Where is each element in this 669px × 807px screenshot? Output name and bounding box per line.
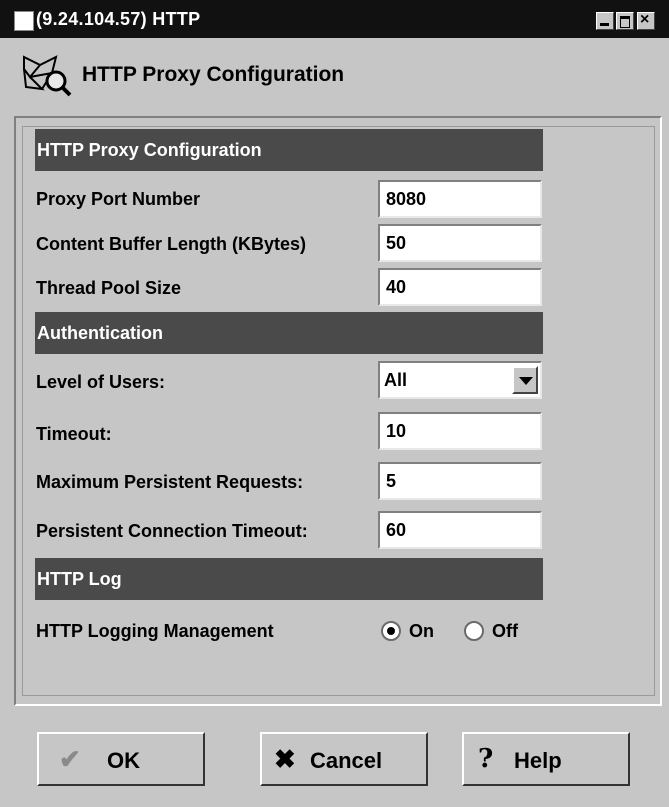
logging-on-label: On — [409, 621, 434, 641]
cancel-button[interactable]: ✖ Cancel — [260, 732, 428, 786]
proxy-port-label: Proxy Port Number — [36, 189, 201, 209]
thread-pool-input[interactable] — [378, 268, 542, 306]
close-button[interactable]: × — [637, 11, 655, 30]
cancel-button-label: Cancel — [310, 748, 383, 773]
minimize-button[interactable] — [596, 12, 614, 30]
level-of-users-select[interactable]: All — [378, 361, 542, 399]
help-button-label: Help — [514, 748, 562, 773]
title-bar: (9.24.104.57) HTTP × — [0, 0, 669, 38]
logging-off-radio[interactable] — [464, 621, 484, 641]
ok-button-label: OK — [107, 748, 140, 773]
window-title: (9.24.104.57) HTTP — [36, 9, 201, 29]
persistent-connection-timeout-label: Persistent Connection Timeout: — [36, 521, 308, 541]
section-header-proxy: HTTP Proxy Configuration — [35, 129, 543, 171]
buffer-length-input[interactable] — [378, 224, 542, 262]
question-mark-icon: ? — [478, 744, 494, 774]
dropdown-arrow-icon[interactable] — [512, 366, 538, 394]
close-icon: × — [640, 11, 650, 28]
buffer-length-label: Content Buffer Length (KBytes) — [36, 234, 306, 254]
timeout-input[interactable] — [378, 412, 542, 450]
help-button[interactable]: ? Help — [462, 732, 630, 786]
logging-management-label: HTTP Logging Management — [36, 621, 274, 641]
maximize-button[interactable] — [616, 12, 634, 30]
timeout-label: Timeout: — [36, 424, 112, 444]
x-icon: ✖ — [274, 744, 296, 774]
logging-on-radio[interactable] — [381, 621, 401, 641]
content-panel-inner — [22, 126, 655, 696]
thread-pool-label: Thread Pool Size — [36, 278, 182, 298]
max-persistent-requests-input[interactable] — [378, 462, 542, 500]
dialog-header: HTTP Proxy Configuration — [0, 38, 669, 108]
level-of-users-label: Level of Users: — [36, 372, 166, 392]
section-header-authentication: Authentication — [35, 312, 543, 354]
proxy-port-input[interactable] — [378, 180, 542, 218]
app-icon[interactable] — [14, 11, 34, 31]
page-title: HTTP Proxy Configuration — [82, 63, 345, 86]
ok-button[interactable]: ✔ OK — [37, 732, 205, 786]
section-header-http-log: HTTP Log — [35, 558, 543, 600]
logging-off-label: Off — [492, 621, 518, 641]
max-persistent-requests-label: Maximum Persistent Requests: — [36, 472, 304, 492]
persistent-connection-timeout-input[interactable] — [378, 511, 542, 549]
checkmark-icon: ✔ — [59, 744, 81, 774]
network-magnifier-icon — [23, 55, 72, 97]
level-of-users-value: All — [384, 370, 408, 390]
